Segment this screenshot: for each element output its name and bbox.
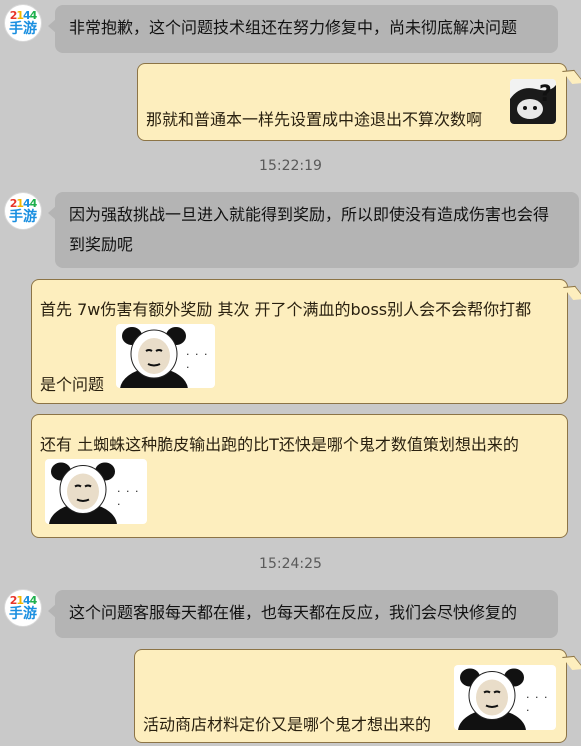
message-text: 到奖励呢 — [69, 235, 134, 254]
message-text: 还有 土蜘蛛这种脆皮输出跑的比T还快是哪个鬼才数值策划想出来的 — [40, 435, 519, 454]
message-text: 那就和普通本一样先设置成中途退出不算次数啊 — [146, 110, 483, 129]
sticker-dots: · · · · — [526, 691, 549, 717]
message-text: 是个问题 — [40, 375, 105, 394]
avatar-logo-digits: 2144 — [9, 197, 38, 210]
panda-meme-icon[interactable]: · · · · — [116, 324, 215, 388]
message-bubble-received: 非常抱歉，这个问题技术组还在努力修复中，尚未彻底解决问题 — [48, 5, 558, 53]
avatar-2144[interactable]: 2144 手游 — [4, 192, 42, 230]
message-text: 首先 7w伤害有额外奖励 其次 开了个满血的boss别人会不会帮你打都 — [40, 300, 532, 319]
svg-text:?: ? — [539, 82, 552, 107]
panda-meme-icon[interactable]: · · · · — [45, 459, 147, 524]
sticker-dots: · · · · — [186, 348, 209, 374]
message-bubble-sent: 那就和普通本一样先设置成中途退出不算次数啊 ? — [137, 63, 567, 141]
timestamp: 15:22:19 — [259, 158, 322, 174]
panda-meme-icon[interactable]: · · · · — [454, 665, 556, 730]
message-bubble-received: 因为强敌挑战一旦进入就能得到奖励，所以即使没有造成伤害也会得 到奖励呢 — [48, 192, 579, 268]
avatar-logo-text: 手游 — [9, 209, 37, 225]
message-text: 因为强敌挑战一旦进入就能得到奖励，所以即使没有造成伤害也会得 — [69, 205, 550, 224]
avatar-logo-digits: 2144 — [9, 9, 38, 22]
message-bubble-sent: 活动商店材料定价又是哪个鬼才想出来的 · · · · — [134, 649, 567, 743]
avatar-2144[interactable]: 2144 手游 — [4, 4, 42, 42]
avatar-logo-digits: 2144 — [9, 594, 38, 607]
avatar-logo-text: 手游 — [9, 21, 37, 37]
avatar-2144[interactable]: 2144 手游 — [4, 589, 42, 627]
message-bubble-sent: 还有 土蜘蛛这种脆皮输出跑的比T还快是哪个鬼才数值策划想出来的 · · · · — [31, 414, 568, 538]
question-sticker-icon[interactable]: ? — [510, 79, 556, 124]
message-text: 活动商店材料定价又是哪个鬼才想出来的 — [143, 715, 432, 734]
message-text: 这个问题客服每天都在催，也每天都在反应，我们会尽快修复的 — [69, 603, 518, 622]
message-bubble-sent: 首先 7w伤害有额外奖励 其次 开了个满血的boss别人会不会帮你打都 是个问题… — [31, 279, 568, 404]
timestamp: 15:24:25 — [259, 556, 322, 572]
sticker-dots: · · · · — [117, 485, 140, 511]
message-bubble-received: 这个问题客服每天都在催，也每天都在反应，我们会尽快修复的 — [48, 590, 558, 638]
avatar-logo-text: 手游 — [9, 606, 37, 622]
message-text: 非常抱歉，这个问题技术组还在努力修复中，尚未彻底解决问题 — [69, 18, 518, 37]
